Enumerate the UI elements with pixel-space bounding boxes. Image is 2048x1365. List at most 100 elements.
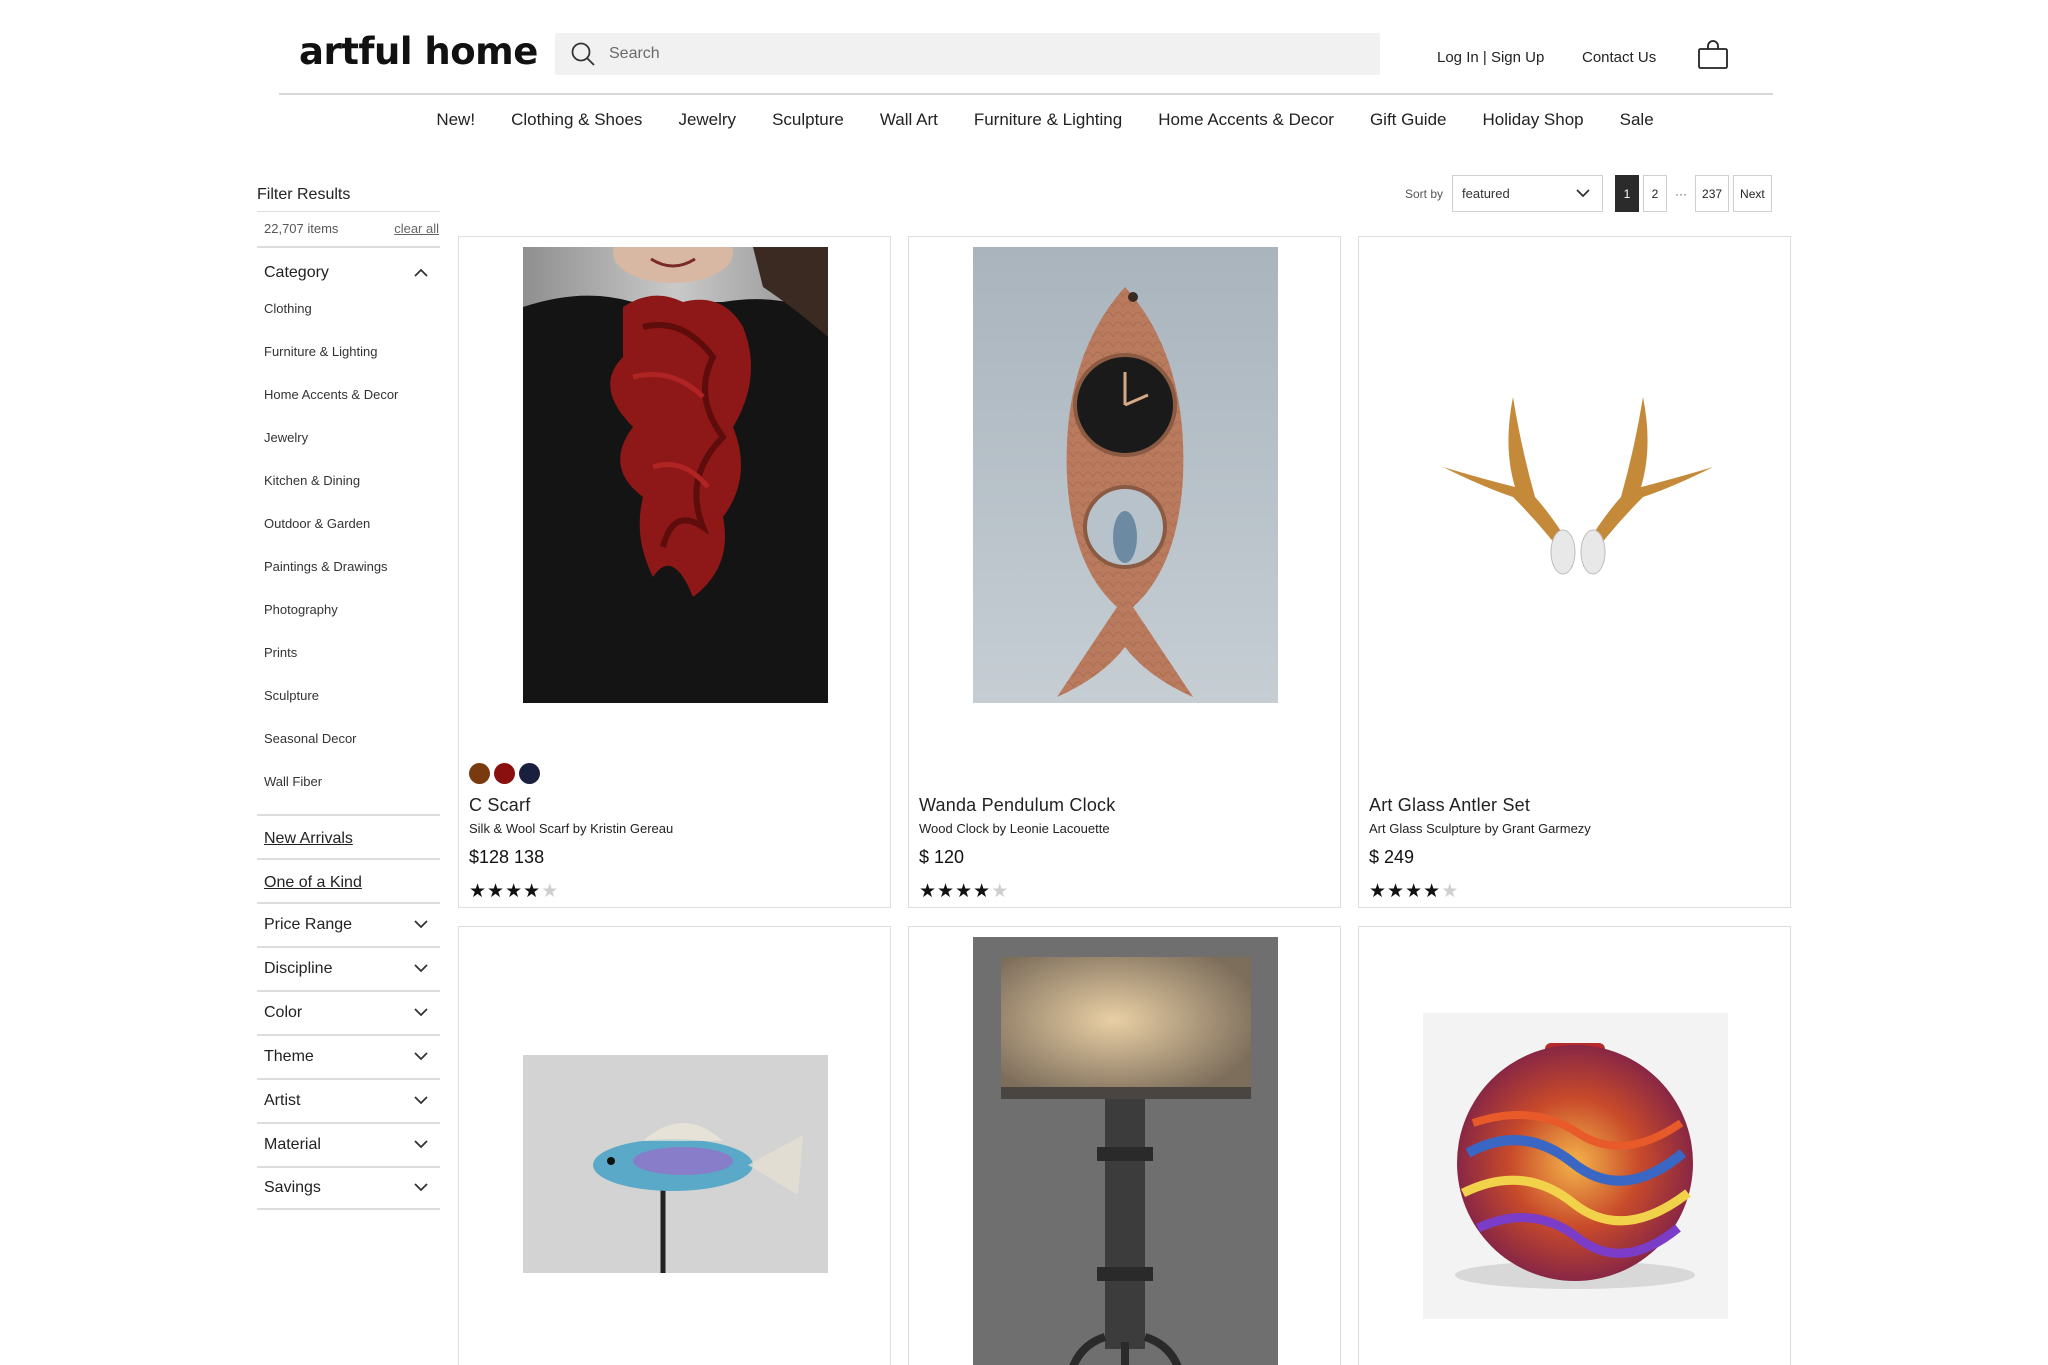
- page-button-1[interactable]: 1: [1615, 175, 1640, 212]
- star-icon: ★: [955, 881, 974, 902]
- category-item-furniture-lighting[interactable]: Furniture & Lighting: [264, 341, 440, 384]
- nav-new[interactable]: New!: [436, 110, 475, 140]
- facet-price-range[interactable]: Price Range: [257, 902, 440, 946]
- category-item-prints[interactable]: Prints: [264, 642, 440, 685]
- nav-wall-art[interactable]: Wall Art: [880, 110, 938, 140]
- product-subtitle: Art Glass Sculpture by Grant Garmezy: [1369, 821, 1591, 836]
- facet-label: Discipline: [264, 960, 333, 977]
- sort-value: featured: [1462, 186, 1510, 201]
- product-image-scarf[interactable]: [523, 247, 828, 703]
- product-image-table-lamp[interactable]: [973, 937, 1278, 1365]
- new-arrivals-row: New Arrivals: [257, 814, 440, 858]
- star-icon: ★: [487, 881, 506, 902]
- product-image-glass-vase[interactable]: [1423, 1013, 1728, 1319]
- category-list: Clothing Furniture & Lighting Home Accen…: [257, 298, 440, 814]
- facet-savings[interactable]: Savings: [257, 1166, 440, 1210]
- shopping-bag-icon[interactable]: [1697, 40, 1729, 70]
- category-item-wall-fiber[interactable]: Wall Fiber: [264, 771, 440, 814]
- star-icon: ★: [469, 881, 488, 902]
- product-name[interactable]: C Scarf: [469, 795, 530, 816]
- clear-all-link[interactable]: clear all: [394, 221, 439, 246]
- filter-sidebar: Filter Results 22,707 items clear all Ca…: [257, 180, 440, 1210]
- site-header: artful home Log In | Sign Up Contact Us: [279, 0, 1773, 95]
- search-bar: [555, 33, 1380, 75]
- nav-home-accents-decor[interactable]: Home Accents & Decor: [1158, 110, 1334, 140]
- account-links: Log In | Sign Up: [1437, 49, 1544, 66]
- nav-holiday-shop[interactable]: Holiday Shop: [1483, 110, 1584, 140]
- results-toolbar: Sort by featured 1 2 ··· 237 Next: [1405, 175, 1776, 212]
- category-item-sculpture[interactable]: Sculpture: [264, 685, 440, 728]
- swatch-red[interactable]: [494, 763, 515, 784]
- new-arrivals-link[interactable]: New Arrivals: [264, 830, 353, 847]
- sort-label: Sort by: [1405, 186, 1444, 201]
- nav-furniture-lighting[interactable]: Furniture & Lighting: [974, 110, 1122, 140]
- product-subtitle: Wood Clock by Leonie Lacouette: [919, 821, 1110, 836]
- chevron-down-icon: [414, 1179, 428, 1197]
- facet-discipline[interactable]: Discipline: [257, 946, 440, 990]
- filter-title: Filter Results: [257, 180, 440, 212]
- nav-gift-guide[interactable]: Gift Guide: [1370, 110, 1447, 140]
- category-item-home-accents-decor[interactable]: Home Accents & Decor: [264, 384, 440, 427]
- star-icon: ★: [991, 881, 1010, 902]
- one-of-a-kind-link[interactable]: One of a Kind: [264, 874, 362, 891]
- facet-list: Price Range Discipline Color Theme Artis…: [257, 902, 440, 1210]
- product-card[interactable]: [458, 926, 891, 1365]
- product-card[interactable]: Wanda Pendulum Clock Wood Clock by Leoni…: [908, 236, 1341, 908]
- star-rating: ★★★★★: [469, 880, 559, 903]
- category-toggle[interactable]: Category: [257, 248, 440, 298]
- search-input[interactable]: [605, 33, 1380, 75]
- star-icon: ★: [505, 881, 524, 902]
- site-logo[interactable]: artful home: [299, 30, 538, 73]
- signup-link[interactable]: Sign Up: [1491, 49, 1544, 66]
- category-item-kitchen-dining[interactable]: Kitchen & Dining: [264, 470, 440, 513]
- product-price: $128 138: [469, 847, 545, 867]
- chevron-down-icon: [414, 916, 428, 934]
- chevron-down-icon: [414, 1048, 428, 1066]
- product-card[interactable]: C Scarf Silk & Wool Scarf by Kristin Ger…: [458, 236, 891, 908]
- facet-artist[interactable]: Artist: [257, 1078, 440, 1122]
- search-icon[interactable]: [561, 33, 605, 75]
- contact-link[interactable]: Contact Us: [1582, 49, 1656, 66]
- product-card[interactable]: [1358, 926, 1791, 1365]
- category-heading: Category: [264, 264, 329, 281]
- category-item-paintings-drawings[interactable]: Paintings & Drawings: [264, 556, 440, 599]
- star-icon: ★: [523, 881, 542, 902]
- category-item-clothing[interactable]: Clothing: [264, 298, 440, 341]
- facet-theme[interactable]: Theme: [257, 1034, 440, 1078]
- facet-label: Material: [264, 1136, 321, 1153]
- product-image-clock[interactable]: [973, 247, 1278, 703]
- product-image-antlers[interactable]: [1423, 247, 1728, 703]
- chevron-down-icon: [1576, 186, 1590, 201]
- nav-sculpture[interactable]: Sculpture: [772, 110, 844, 140]
- page-button-2[interactable]: 2: [1643, 175, 1668, 212]
- chevron-up-icon: [414, 264, 428, 282]
- login-link[interactable]: Log In: [1437, 49, 1479, 66]
- next-page-button[interactable]: Next: [1733, 175, 1772, 212]
- facet-label: Artist: [264, 1092, 301, 1109]
- category-item-outdoor-garden[interactable]: Outdoor & Garden: [264, 513, 440, 556]
- item-count: 22,707 items: [264, 221, 339, 236]
- nav-sale[interactable]: Sale: [1620, 110, 1654, 140]
- product-name[interactable]: Wanda Pendulum Clock: [919, 795, 1115, 816]
- category-item-seasonal-decor[interactable]: Seasonal Decor: [264, 728, 440, 771]
- facet-color[interactable]: Color: [257, 990, 440, 1034]
- category-item-jewelry[interactable]: Jewelry: [264, 427, 440, 470]
- swatch-rust[interactable]: [469, 763, 490, 784]
- star-icon: ★: [1369, 881, 1388, 902]
- one-of-a-kind-row: One of a Kind: [257, 858, 440, 902]
- facet-material[interactable]: Material: [257, 1122, 440, 1166]
- nav-clothing-shoes[interactable]: Clothing & Shoes: [511, 110, 642, 140]
- category-item-photography[interactable]: Photography: [264, 599, 440, 642]
- account-separator: |: [1482, 49, 1487, 66]
- product-card[interactable]: [908, 926, 1341, 1365]
- product-name[interactable]: Art Glass Antler Set: [1369, 795, 1530, 816]
- facet-label: Price Range: [264, 916, 353, 933]
- product-card[interactable]: Art Glass Antler Set Art Glass Sculpture…: [1358, 236, 1791, 908]
- swatch-navy[interactable]: [519, 763, 540, 784]
- pagination-ellipsis: ···: [1675, 186, 1688, 201]
- nav-jewelry[interactable]: Jewelry: [678, 110, 736, 140]
- page-button-last[interactable]: 237: [1695, 175, 1730, 212]
- star-rating: ★★★★★: [1369, 880, 1459, 903]
- product-image-fish-sculpture[interactable]: [523, 1055, 828, 1273]
- sort-select[interactable]: featured: [1452, 175, 1604, 212]
